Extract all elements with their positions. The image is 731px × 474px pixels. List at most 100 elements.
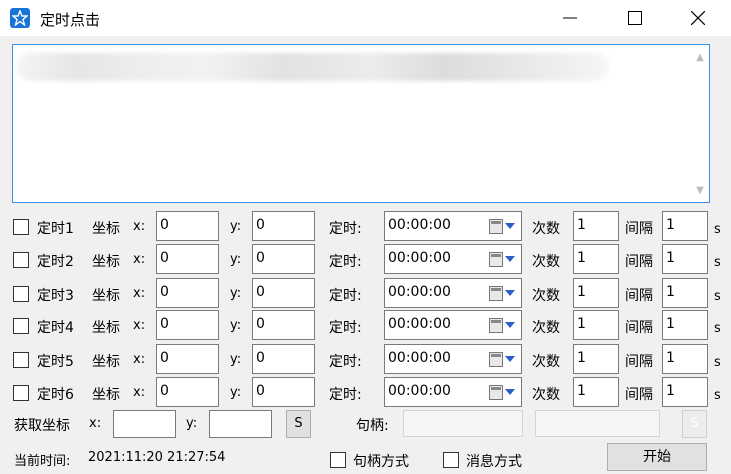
count-field[interactable]: 1: [573, 244, 619, 274]
chevron-down-icon[interactable]: [505, 223, 515, 229]
time-label: 定时:: [329, 387, 362, 403]
chevron-down-icon[interactable]: [505, 356, 515, 362]
calendar-icon[interactable]: [489, 252, 503, 267]
time-picker[interactable]: 00:00:00: [384, 278, 522, 308]
time-value: 00:00:00: [388, 217, 451, 233]
count-field[interactable]: 1: [573, 211, 619, 241]
y-label: y:: [230, 219, 242, 234]
capture-row: 获取坐标 x: y: S 句柄: S: [0, 410, 731, 444]
interval-field[interactable]: 1: [662, 344, 708, 374]
count-field[interactable]: 1: [573, 344, 619, 374]
x-field[interactable]: 0: [156, 211, 219, 241]
timer-row: 定时5 坐标 x: 0 y: 0 定时: 00:00:00 次数 1 间隔 1 s: [0, 344, 731, 378]
interval-field[interactable]: 1: [662, 211, 708, 241]
x-label: x:: [133, 219, 146, 234]
interval-field[interactable]: 1: [662, 244, 708, 274]
interval-label: 间隔: [625, 288, 653, 304]
chevron-down-icon[interactable]: [505, 389, 515, 395]
coord-label: 坐标: [92, 288, 120, 304]
timer-enable-checkbox[interactable]: [13, 286, 29, 302]
time-label: 定时:: [329, 254, 362, 270]
x-label: x:: [133, 352, 146, 367]
calendar-icon[interactable]: [489, 352, 503, 367]
y-field[interactable]: 0: [252, 278, 315, 308]
capture-x-field[interactable]: [113, 410, 176, 438]
close-button[interactable]: [675, 0, 721, 36]
calendar-icon[interactable]: [489, 286, 503, 301]
interval-label: 间隔: [625, 354, 653, 370]
handle-mode-checkbox[interactable]: [330, 452, 346, 468]
message-mode-label: 消息方式: [466, 454, 522, 470]
calendar-icon[interactable]: [489, 385, 503, 400]
time-picker[interactable]: 00:00:00: [384, 244, 522, 274]
timer-label: 定时1: [37, 221, 74, 237]
count-field[interactable]: 1: [573, 377, 619, 407]
chevron-down-icon[interactable]: [505, 290, 515, 296]
calendar-icon[interactable]: [489, 219, 503, 234]
count-label: 次数: [532, 288, 560, 304]
message-mode-checkbox[interactable]: [443, 452, 459, 468]
log-scrollbar[interactable]: ▲ ▼: [691, 45, 709, 202]
interval-label: 间隔: [625, 221, 653, 237]
y-field[interactable]: 0: [252, 377, 315, 407]
capture-s-button[interactable]: S: [286, 410, 311, 438]
coord-label: 坐标: [92, 221, 120, 237]
title-bar: 定时点击: [0, 0, 731, 36]
time-picker[interactable]: 00:00:00: [384, 310, 522, 340]
time-picker[interactable]: 00:00:00: [384, 211, 522, 241]
time-value: 00:00:00: [388, 250, 451, 266]
timer-enable-checkbox[interactable]: [13, 219, 29, 235]
timer-row: 定时3 坐标 x: 0 y: 0 定时: 00:00:00 次数 1 间隔 1 s: [0, 278, 731, 312]
timer-row: 定时1 坐标 x: 0 y: 0 定时: 00:00:00 次数 1 间隔 1 s: [0, 211, 731, 245]
capture-y-field[interactable]: [209, 410, 272, 438]
maximize-button[interactable]: [612, 0, 658, 36]
capture-y-label: y:: [186, 416, 198, 431]
x-field[interactable]: 0: [156, 244, 219, 274]
time-picker[interactable]: 00:00:00: [384, 377, 522, 407]
coord-label: 坐标: [92, 354, 120, 370]
y-field[interactable]: 0: [252, 344, 315, 374]
time-picker[interactable]: 00:00:00: [384, 344, 522, 374]
scroll-up-icon[interactable]: ▲: [695, 53, 705, 63]
x-field[interactable]: 0: [156, 377, 219, 407]
count-label: 次数: [532, 254, 560, 270]
x-field[interactable]: 0: [156, 278, 219, 308]
interval-field[interactable]: 1: [662, 278, 708, 308]
chevron-down-icon[interactable]: [505, 256, 515, 262]
y-label: y:: [230, 318, 242, 333]
interval-label: 间隔: [625, 320, 653, 336]
timer-label: 定时2: [37, 254, 74, 270]
chevron-down-icon[interactable]: [505, 322, 515, 328]
timer-row: 定时2 坐标 x: 0 y: 0 定时: 00:00:00 次数 1 间隔 1 s: [0, 244, 731, 278]
y-label: y:: [230, 385, 242, 400]
timer-row: 定时4 坐标 x: 0 y: 0 定时: 00:00:00 次数 1 间隔 1 s: [0, 310, 731, 344]
calendar-icon[interactable]: [489, 318, 503, 333]
interval-field[interactable]: 1: [662, 377, 708, 407]
count-field[interactable]: 1: [573, 278, 619, 308]
scroll-down-icon[interactable]: ▼: [695, 186, 705, 196]
timer-enable-checkbox[interactable]: [13, 252, 29, 268]
time-value: 00:00:00: [388, 316, 451, 332]
count-label: 次数: [532, 354, 560, 370]
y-field[interactable]: 0: [252, 211, 315, 241]
start-button[interactable]: 开始: [607, 443, 707, 471]
y-label: y:: [230, 286, 242, 301]
minimize-button[interactable]: [547, 0, 593, 36]
time-label: 定时:: [329, 320, 362, 336]
timer-enable-checkbox[interactable]: [13, 385, 29, 401]
count-field[interactable]: 1: [573, 310, 619, 340]
interval-field[interactable]: 1: [662, 310, 708, 340]
handle-s-button: S: [682, 410, 707, 438]
x-field[interactable]: 0: [156, 310, 219, 340]
y-field[interactable]: 0: [252, 310, 315, 340]
window-title: 定时点击: [40, 11, 101, 29]
timer-enable-checkbox[interactable]: [13, 352, 29, 368]
y-field[interactable]: 0: [252, 244, 315, 274]
timer-enable-checkbox[interactable]: [13, 318, 29, 334]
timer-label: 定时5: [37, 354, 74, 370]
x-field[interactable]: 0: [156, 344, 219, 374]
interval-unit: s: [714, 289, 721, 304]
time-label: 定时:: [329, 288, 362, 304]
minimize-icon: [563, 17, 577, 19]
log-textarea[interactable]: ▲ ▼: [12, 44, 710, 203]
